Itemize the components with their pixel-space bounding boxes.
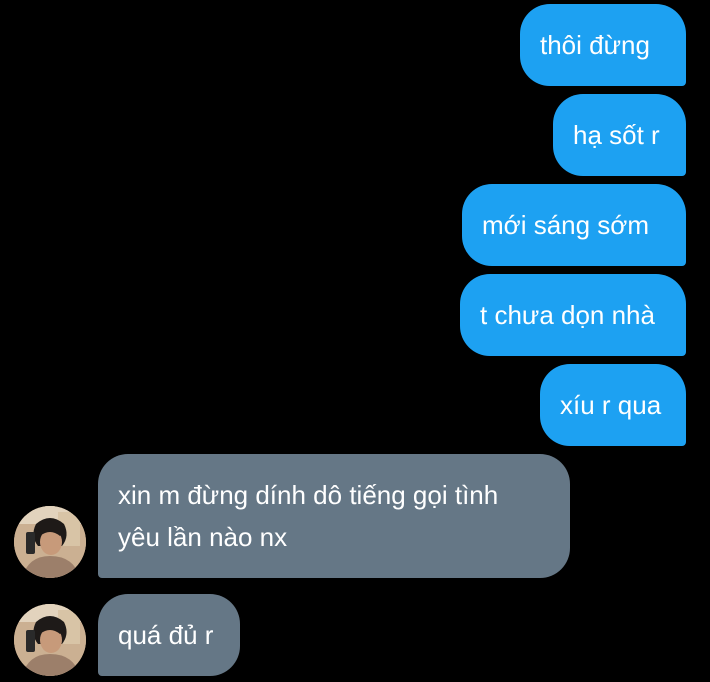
outgoing-message[interactable]: hạ sốt r: [553, 94, 686, 176]
sender-avatar[interactable]: [14, 604, 86, 676]
message-text: thôi đừng: [540, 30, 650, 60]
avatar-photo-icon: [14, 604, 86, 676]
message-text: hạ sốt r: [573, 120, 660, 150]
sender-avatar[interactable]: [14, 506, 86, 578]
outgoing-message[interactable]: xíu r qua: [540, 364, 686, 446]
message-text: t chưa dọn nhà: [480, 300, 655, 330]
outgoing-message[interactable]: t chưa dọn nhà: [460, 274, 686, 356]
message-text: mới sáng sớm: [482, 210, 650, 240]
message-line: xin m đừng dính dô tiếng gọi tình: [118, 480, 499, 510]
outgoing-message[interactable]: thôi đừng: [520, 4, 686, 86]
incoming-message[interactable]: quá đủ r: [98, 594, 240, 676]
outgoing-message[interactable]: mới sáng sớm: [462, 184, 686, 266]
avatar-photo-icon: [14, 506, 86, 578]
message-text: xíu r qua: [560, 390, 662, 420]
message-line: yêu lần nào nx: [118, 522, 288, 552]
message-line: quá đủ r: [118, 620, 214, 650]
incoming-message[interactable]: xin m đừng dính dô tiếng gọi tình yêu lầ…: [98, 454, 570, 578]
